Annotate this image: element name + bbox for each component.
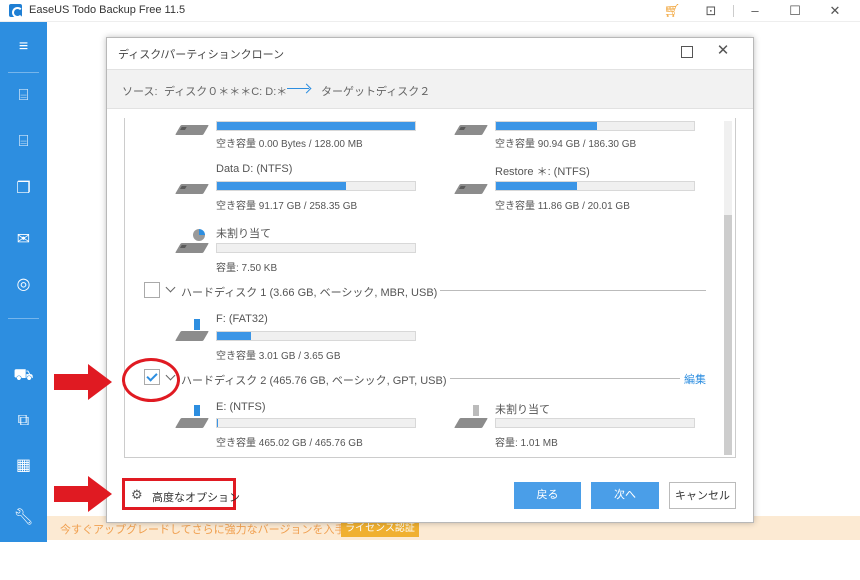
partition-name: Data D: (NTFS) — [216, 163, 293, 175]
backup-mail-icon[interactable]: ✉ — [0, 225, 47, 255]
minimize-icon[interactable]: – — [741, 2, 769, 20]
partition-name: 未割り当て — [495, 404, 550, 416]
partition-bar — [216, 243, 416, 253]
disk-icon — [454, 418, 488, 428]
scrollbar-thumb[interactable] — [724, 215, 732, 455]
partition-name: F: (FAT32) — [216, 313, 268, 325]
partition-bar — [216, 121, 416, 131]
cart-icon[interactable]: ⛟ — [0, 361, 47, 391]
disk-icon — [175, 331, 209, 341]
partition-bar — [495, 181, 695, 191]
annotation-arrow-icon — [54, 476, 112, 512]
hdd2-label: ハードディスク 2 (465.76 GB, ベーシック, GPT, USB) — [178, 372, 450, 388]
back-button[interactable]: 戻る — [514, 482, 581, 509]
annotation-circle — [122, 358, 180, 402]
partition-fill — [496, 182, 578, 190]
disk-icon — [175, 243, 209, 253]
partition-space: 空き容量 465.02 GB / 465.76 GB — [216, 438, 363, 449]
backup-disk-icon[interactable]: ⌸ — [0, 81, 47, 111]
partition-bar — [495, 418, 695, 428]
partition-bar — [216, 181, 416, 191]
dialog-close-icon[interactable]: ✕ — [713, 41, 733, 61]
partition-space: 空き容量 91.17 GB / 258.35 GB — [216, 201, 358, 212]
arrow-right-icon — [287, 88, 309, 89]
dialog-title: ディスク/パーティションクローン — [118, 49, 285, 61]
tools-icon[interactable]: 🔧︎ — [0, 503, 47, 533]
partition-bar — [216, 331, 416, 341]
target-label: ターゲット: — [321, 86, 380, 98]
sidebar-divider — [8, 318, 39, 319]
partition-name: Restore ＊: (NTFS) — [495, 166, 590, 178]
app-logo-icon — [9, 4, 23, 18]
advanced-options-label: 高度なオプション — [152, 492, 240, 504]
disk-icon — [175, 125, 209, 135]
disk-icon — [454, 125, 488, 135]
usb-icon — [194, 405, 200, 416]
target-value: ディスク２ — [376, 86, 431, 98]
partition-space: 容量: 1.01 MB — [495, 438, 558, 449]
restore-icon[interactable]: ⊡ — [697, 2, 725, 20]
partition-space: 空き容量 0.00 Bytes / 128.00 MB — [216, 139, 363, 150]
partition-space: 空き容量 11.86 GB / 20.01 GB — [495, 201, 630, 212]
app-title: EaseUS Todo Backup Free 11.5 — [29, 4, 186, 16]
partition-bar — [216, 418, 416, 428]
usb-icon — [473, 405, 479, 416]
cancel-button[interactable]: キャンセル — [669, 482, 736, 509]
partition-name: 未割り当て — [216, 228, 271, 240]
clone-icon[interactable]: ⧉ — [0, 406, 47, 436]
annotation-arrow-icon — [54, 364, 112, 400]
source-value: ディスク０＊＊＊C: D:＊ — [164, 86, 288, 98]
gear-icon: ⚙ — [131, 487, 143, 502]
hdd1-checkbox[interactable] — [144, 282, 160, 298]
close-icon[interactable]: ✕ — [821, 2, 849, 20]
partition-fill — [217, 332, 251, 340]
dialog-maximize-icon[interactable] — [681, 46, 693, 58]
partition-fill — [217, 122, 415, 130]
sidebar-divider — [8, 72, 39, 73]
partition-space: 容量: 7.50 KB — [216, 263, 278, 274]
menu-icon[interactable]: ≡ — [0, 32, 47, 62]
backup-file-icon[interactable]: ❐ — [0, 174, 47, 204]
partition-fill — [496, 122, 597, 130]
disk-icon — [175, 418, 209, 428]
windows-icon[interactable]: ▦ — [0, 451, 47, 481]
partition-bar — [495, 121, 695, 131]
edit-link[interactable]: 編集 — [684, 371, 706, 387]
titlebar-divider — [733, 5, 734, 17]
unallocated-pie-icon — [193, 229, 205, 241]
partition-fill — [217, 182, 346, 190]
smart-backup-icon[interactable]: ◎ — [0, 270, 47, 300]
cart-icon[interactable]: 🛒︎ — [658, 2, 686, 20]
disk-icon — [175, 184, 209, 194]
next-button[interactable]: 次へ — [591, 482, 659, 509]
partition-name: E: (NTFS) — [216, 401, 266, 413]
hdd1-label: ハードディスク 1 (3.66 GB, ベーシック, MBR, USB) — [178, 284, 441, 300]
source-label: ソース: — [122, 86, 158, 98]
usb-icon — [194, 319, 200, 330]
partition-fill — [217, 419, 218, 427]
maximize-icon[interactable]: ☐ — [781, 2, 809, 20]
partition-space: 空き容量 90.94 GB / 186.30 GB — [495, 139, 637, 150]
disk-icon — [454, 184, 488, 194]
partition-space: 空き容量 3.01 GB / 3.65 GB — [216, 351, 341, 362]
backup-system-icon[interactable]: ⌸ — [0, 127, 47, 157]
